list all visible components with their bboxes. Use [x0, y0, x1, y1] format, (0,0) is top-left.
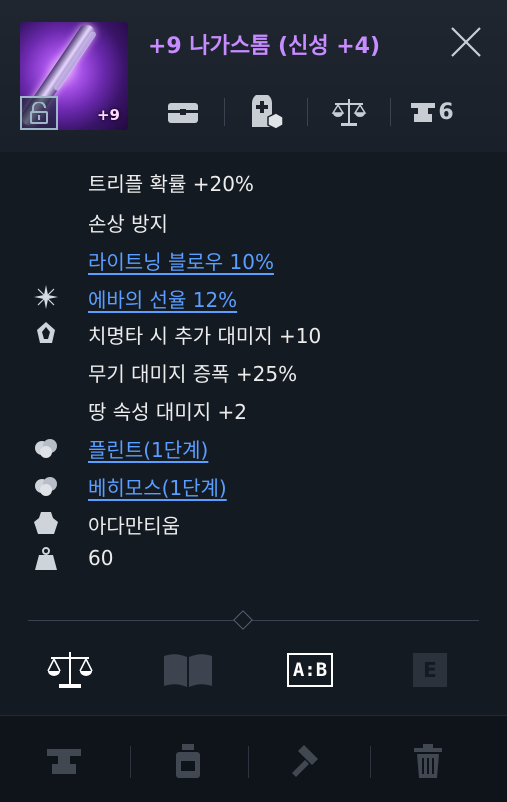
- tab-ab[interactable]: A:B: [280, 640, 340, 700]
- ore-icon: [35, 477, 57, 496]
- delete-button[interactable]: [400, 736, 456, 786]
- hammer-button[interactable]: [278, 736, 334, 786]
- scale-icon: [47, 652, 93, 688]
- close-button[interactable]: [446, 22, 486, 62]
- header-icon-row: 6: [142, 92, 487, 132]
- item-stats: 트리플 확률 +20% 손상 방지 라이트닝 블로우 10% 에바의 선율 12…: [0, 152, 507, 607]
- stat-link-lightning-blow[interactable]: 라이트닝 블로우 10%: [88, 246, 274, 275]
- stat-line: 치명타 시 추가 대미지 +10: [88, 324, 322, 348]
- ore-icon: [35, 439, 57, 458]
- stat-link-flint[interactable]: 플린트(1단계): [88, 434, 208, 463]
- item-title: +9 나가스톰 (신성 +4): [148, 34, 381, 59]
- hammer-icon: [292, 745, 318, 777]
- stat-line: 손상 방지: [88, 212, 168, 236]
- stat-link-eva-melody[interactable]: 에바의 선율 12%: [88, 284, 237, 313]
- scale-icon[interactable]: [308, 92, 390, 132]
- stat-line: 무기 대미지 증폭 +25%: [88, 362, 298, 386]
- material-icon: [34, 512, 58, 534]
- tab-e[interactable]: E: [400, 640, 460, 700]
- anvil-count[interactable]: 6: [391, 92, 473, 132]
- trash-icon: [414, 744, 442, 778]
- bottle-icon: [176, 744, 200, 778]
- item-header: +9 +9 나가스톰 (신성 +4) 6: [0, 0, 507, 152]
- close-icon: [451, 27, 481, 57]
- tab-compare[interactable]: [40, 640, 100, 700]
- lock-icon[interactable]: [20, 96, 58, 130]
- anvil-button[interactable]: [36, 736, 92, 786]
- enhance-badge: +9: [96, 106, 120, 124]
- divider: [28, 620, 479, 621]
- stat-line: 땅 속성 대미지 +2: [88, 400, 247, 424]
- crystal-icon: [37, 322, 55, 343]
- stat-weight: 60: [88, 546, 114, 570]
- divider-ornament: [233, 610, 253, 630]
- anvil-icon: [47, 749, 81, 774]
- stat-line: 아다만티움: [88, 514, 180, 538]
- action-toolbar: [0, 715, 507, 802]
- chest-icon[interactable]: [142, 92, 224, 132]
- weight-icon: [35, 547, 57, 570]
- tooltip-tabs: A:B E: [0, 640, 507, 700]
- book-icon: [164, 654, 212, 687]
- potion-button[interactable]: [160, 736, 216, 786]
- sparkle-icon: [34, 285, 58, 309]
- stat-line: 트리플 확률 +20%: [88, 172, 254, 196]
- storage-icon[interactable]: [225, 92, 307, 132]
- tab-book[interactable]: [158, 640, 218, 700]
- stat-link-behemoth[interactable]: 베히모스(1단계): [88, 472, 227, 501]
- item-tooltip-panel: +9 +9 나가스톰 (신성 +4) 6 트리플 확률 +20% 손상 방지 라…: [0, 0, 507, 802]
- anvil-icon: [411, 103, 436, 122]
